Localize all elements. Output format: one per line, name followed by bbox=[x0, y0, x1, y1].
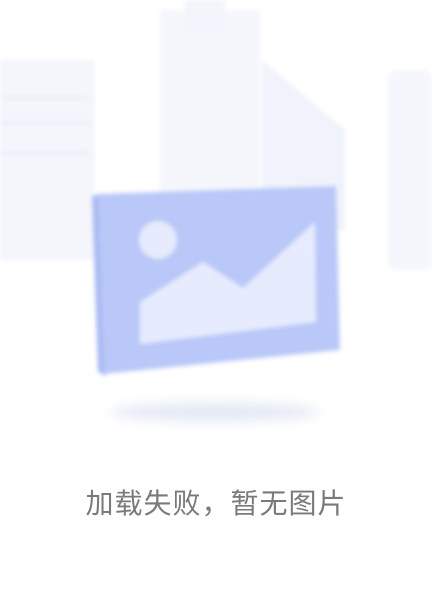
load-failed-message: 加载失败，暂无图片 bbox=[85, 487, 347, 520]
image-placeholder-icon bbox=[92, 186, 340, 376]
icon-shadow bbox=[110, 403, 320, 421]
image-load-failed-illustration bbox=[0, 0, 432, 421]
